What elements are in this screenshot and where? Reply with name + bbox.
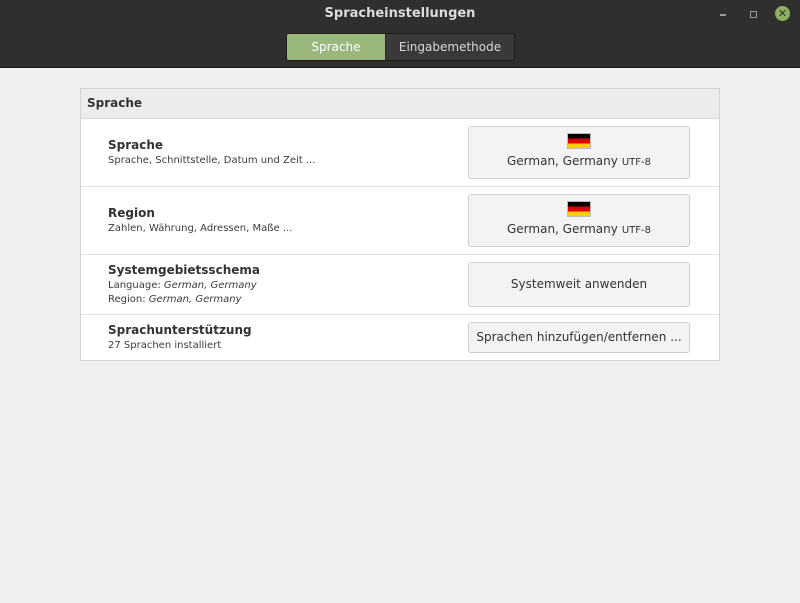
language-title: Sprache: [108, 138, 164, 152]
language-button-encoding: UTF-8: [621, 157, 651, 168]
system-locale-region-label: Region:: [108, 294, 146, 305]
tab-sprache[interactable]: Sprache: [287, 34, 386, 60]
row-language: Sprache Sprache, Schnittstelle, Datum un…: [81, 119, 719, 187]
language-select-button[interactable]: German, Germany UTF-8: [468, 126, 690, 179]
row-system-locale: Systemgebietsschema Language: German, Ge…: [81, 255, 719, 315]
language-support-subtitle: 27 Sprachen installiert: [108, 340, 222, 351]
language-button-label: German, Germany: [507, 154, 618, 168]
close-icon[interactable]: ✕: [775, 6, 790, 21]
system-locale-language-label: Language:: [108, 280, 161, 291]
flag-germany-icon: [567, 133, 591, 149]
region-select-button[interactable]: German, Germany UTF-8: [468, 194, 690, 247]
system-locale-language-value: German, Germany: [163, 280, 257, 291]
add-remove-languages-button[interactable]: Sprachen hinzufügen/entfernen ...: [468, 322, 690, 353]
system-locale-region-value: German, Germany: [148, 294, 242, 305]
tab-eingabemethode[interactable]: Eingabemethode: [386, 34, 514, 60]
window-titlebar: Spracheinstellungen ✕ Sprache Eingabemet…: [0, 0, 800, 68]
language-settings-panel: Sprache Sprache Sprache, Schnittstelle, …: [80, 88, 720, 361]
region-button-encoding: UTF-8: [621, 225, 651, 236]
window-title: Spracheinstellungen: [324, 6, 476, 21]
system-locale-language: Language: German, Germany: [108, 280, 257, 291]
region-subtitle: Zahlen, Währung, Adressen, Maße ...: [108, 223, 293, 234]
minimize-icon[interactable]: [715, 6, 731, 22]
maximize-icon[interactable]: [745, 6, 761, 22]
language-support-title: Sprachunterstützung: [108, 323, 252, 337]
language-subtitle: Sprache, Schnittstelle, Datum und Zeit .…: [108, 155, 316, 166]
apply-system-wide-button[interactable]: Systemweit anwenden: [468, 262, 690, 307]
panel-header: Sprache: [81, 89, 719, 119]
flag-germany-icon: [567, 201, 591, 217]
system-locale-region: Region: German, Germany: [108, 294, 242, 305]
region-title: Region: [108, 206, 155, 220]
row-language-support: Sprachunterstützung 27 Sprachen installi…: [81, 315, 719, 360]
system-locale-title: Systemgebietsschema: [108, 263, 260, 277]
tab-bar: Sprache Eingabemethode: [286, 33, 515, 61]
region-button-label: German, Germany: [507, 222, 618, 236]
row-region: Region Zahlen, Währung, Adressen, Maße .…: [81, 187, 719, 255]
